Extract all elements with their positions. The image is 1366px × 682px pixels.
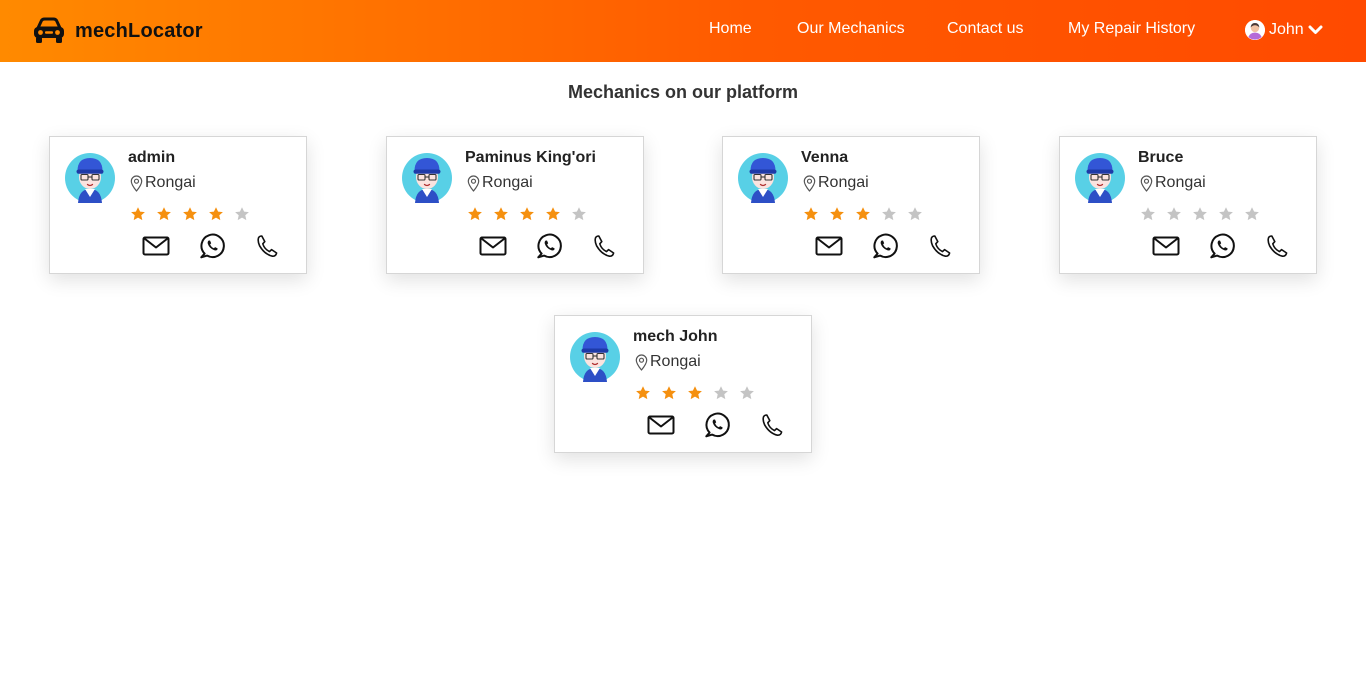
user-menu[interactable]: John (1245, 20, 1323, 40)
mechanic-card: mech John Rongai (554, 315, 812, 453)
location-label: Rongai (482, 174, 533, 191)
whatsapp-icon[interactable] (535, 232, 563, 260)
star-icon (1193, 207, 1207, 221)
star-icon (1245, 207, 1259, 221)
phone-icon[interactable] (593, 234, 615, 258)
star-icon (636, 386, 650, 400)
location-pin-icon (130, 174, 143, 192)
user-avatar-icon (1245, 20, 1265, 40)
user-name: John (1269, 21, 1304, 38)
phone-icon[interactable] (761, 413, 783, 437)
rating-stars (467, 206, 597, 222)
contact-actions (647, 411, 783, 439)
star-icon (804, 207, 818, 221)
rating-stars (130, 206, 260, 222)
phone-icon[interactable] (256, 234, 278, 258)
mail-icon[interactable] (815, 236, 843, 256)
star-icon (520, 207, 534, 221)
mechanic-location: Rongai (635, 353, 701, 371)
location-label: Rongai (1155, 174, 1206, 191)
mechanic-location: Rongai (130, 174, 196, 192)
brand-logo[interactable]: mechLocator (32, 17, 203, 45)
star-icon (494, 207, 508, 221)
navbar: mechLocator Home Our Mechanics Contact u… (0, 0, 1366, 62)
rating-stars (635, 385, 765, 401)
star-icon (830, 207, 844, 221)
page-title: Mechanics on our platform (567, 82, 799, 102)
star-icon (740, 386, 754, 400)
mechanic-location: Rongai (1140, 174, 1206, 192)
location-pin-icon (1140, 174, 1153, 192)
star-icon (882, 207, 896, 221)
location-label: Rongai (145, 174, 196, 191)
mechanic-card: admin Rongai (49, 136, 307, 274)
star-icon (688, 386, 702, 400)
rating-stars (1140, 206, 1270, 222)
mechanic-name: Bruce (1138, 149, 1184, 166)
location-pin-icon (803, 174, 816, 192)
nav-our-mechanics[interactable]: Our Mechanics (797, 20, 905, 38)
star-icon (546, 207, 560, 221)
whatsapp-icon[interactable] (871, 232, 899, 260)
mail-icon[interactable] (647, 415, 675, 435)
mechanic-card: Venna Rongai (722, 136, 980, 274)
mail-icon[interactable] (479, 236, 507, 256)
location-pin-icon (635, 353, 648, 371)
location-label: Rongai (818, 174, 869, 191)
mechanic-avatar-icon (738, 153, 788, 203)
nav-home[interactable]: Home (709, 20, 752, 38)
mechanic-avatar-icon (402, 153, 452, 203)
star-icon (157, 207, 171, 221)
chevron-down-icon (1308, 25, 1323, 34)
mechanic-location: Rongai (803, 174, 869, 192)
star-icon (856, 207, 870, 221)
star-icon (1219, 207, 1233, 221)
mechanic-location: Rongai (467, 174, 533, 192)
star-icon (662, 386, 676, 400)
mechanic-avatar-icon (1075, 153, 1125, 203)
mechanic-avatar-icon (65, 153, 115, 203)
star-icon (468, 207, 482, 221)
whatsapp-icon[interactable] (703, 411, 731, 439)
brand-name: mechLocator (75, 19, 203, 42)
phone-icon[interactable] (929, 234, 951, 258)
contact-actions (142, 232, 278, 260)
star-icon (183, 207, 197, 221)
car-icon (34, 17, 64, 43)
location-pin-icon (467, 174, 480, 192)
nav-repair-history[interactable]: My Repair History (1068, 20, 1195, 38)
star-icon (908, 207, 922, 221)
contact-actions (815, 232, 951, 260)
star-icon (209, 207, 223, 221)
mechanic-card: Bruce Rongai (1059, 136, 1317, 274)
nav-contact-us[interactable]: Contact us (947, 20, 1023, 38)
rating-stars (803, 206, 933, 222)
mechanic-name: Venna (801, 149, 849, 166)
contact-actions (1152, 232, 1288, 260)
mechanic-name: admin (128, 149, 176, 166)
star-icon (235, 207, 249, 221)
whatsapp-icon[interactable] (1208, 232, 1236, 260)
mechanic-name: Paminus King'ori (465, 149, 596, 166)
star-icon (572, 207, 586, 221)
mechanic-name: mech John (633, 328, 718, 345)
whatsapp-icon[interactable] (198, 232, 226, 260)
mail-icon[interactable] (142, 236, 170, 256)
mail-icon[interactable] (1152, 236, 1180, 256)
location-label: Rongai (650, 353, 701, 370)
mechanic-avatar-icon (570, 332, 620, 382)
star-icon (714, 386, 728, 400)
contact-actions (479, 232, 615, 260)
star-icon (131, 207, 145, 221)
phone-icon[interactable] (1266, 234, 1288, 258)
star-icon (1167, 207, 1181, 221)
mechanic-card: Paminus King'ori Rongai (386, 136, 644, 274)
star-icon (1141, 207, 1155, 221)
